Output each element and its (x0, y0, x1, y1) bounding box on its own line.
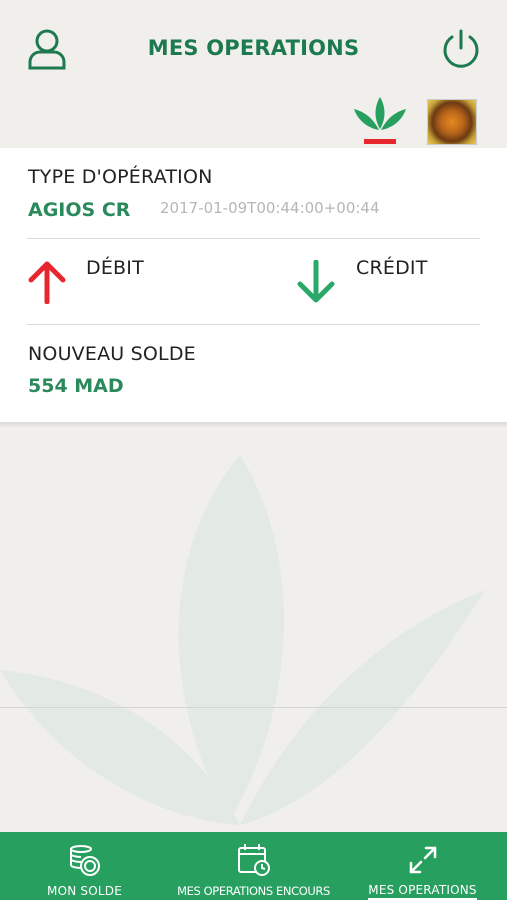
operation-detail-card: TYPE D'OPÉRATION AGIOS CR 2017-01-09T00:… (0, 148, 507, 422)
brand-logo-icon (350, 95, 410, 150)
operation-datetime: 2017-01-09T00:44:00+00:44 (160, 199, 380, 217)
calendar-clock-icon (234, 840, 274, 880)
operation-type-label: TYPE D'OPÉRATION (28, 166, 213, 188)
card-shadow (0, 422, 507, 428)
leaf-watermark-icon (0, 440, 507, 830)
divider (0, 707, 507, 708)
credit-arrow-icon (296, 259, 336, 309)
divider (27, 324, 480, 325)
power-icon[interactable] (438, 26, 484, 72)
coins-icon (65, 840, 105, 880)
new-balance-label: NOUVEAU SOLDE (28, 343, 196, 365)
operation-type-value: AGIOS CR (28, 199, 131, 221)
tab-label: MES OPERATIONS (368, 883, 477, 900)
app-header: MES OPERATIONS (0, 0, 507, 100)
tab-mon-solde[interactable]: MON SOLDE (0, 832, 169, 900)
debit-arrow-icon (27, 260, 67, 309)
transfer-arrows-icon (403, 840, 443, 879)
new-balance-value: 554 MAD (28, 375, 124, 397)
avatar[interactable] (427, 99, 477, 145)
tab-label: MES OPERATIONS ENCOURS (177, 884, 330, 898)
divider (27, 238, 480, 239)
tab-label: MON SOLDE (47, 884, 122, 898)
credit-label: CRÉDIT (356, 257, 428, 279)
tab-mes-operations-encours[interactable]: MES OPERATIONS ENCOURS (169, 832, 338, 900)
page-title: MES OPERATIONS (147, 36, 360, 60)
bottom-tab-bar: MON SOLDE MES OPERATIONS ENCOURS MES OPE… (0, 832, 507, 900)
debit-label: DÉBIT (86, 257, 144, 279)
tab-mes-operations[interactable]: MES OPERATIONS (338, 832, 507, 900)
